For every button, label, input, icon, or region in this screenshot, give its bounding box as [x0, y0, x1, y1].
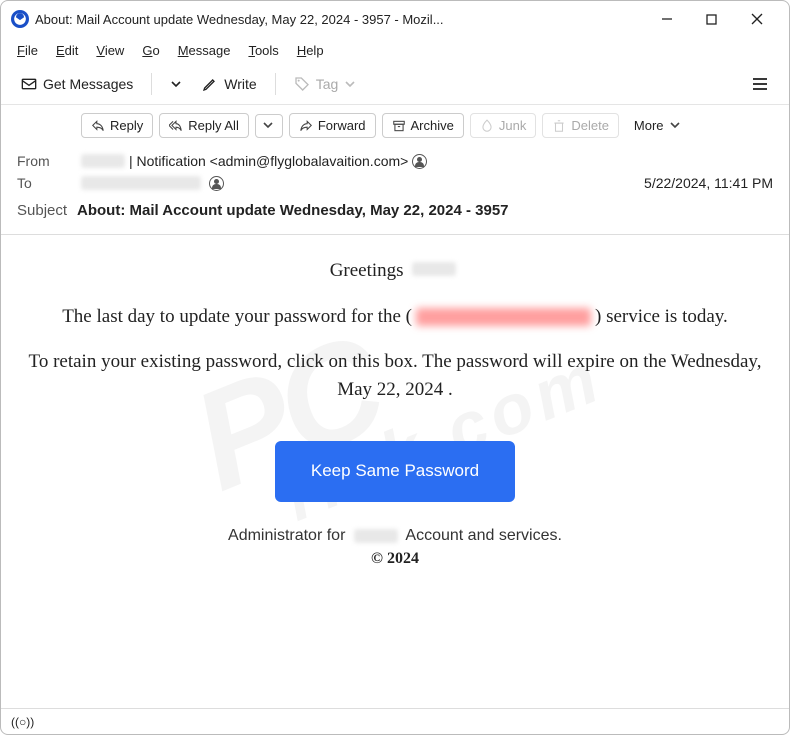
- line2: To retain your existing password, click …: [21, 348, 769, 403]
- subject-row: Subject About: Mail Account update Wedne…: [17, 194, 773, 222]
- menu-edit[interactable]: Edit: [48, 41, 86, 60]
- junk-label: Junk: [499, 118, 526, 133]
- separator: [275, 73, 276, 95]
- get-messages-dropdown[interactable]: [162, 74, 190, 94]
- line1-a: The last day to update your password for…: [62, 306, 412, 327]
- maximize-button[interactable]: [689, 4, 734, 34]
- greeting-text: Greetings: [330, 260, 404, 281]
- forward-label: Forward: [318, 118, 366, 133]
- contact-icon[interactable]: [412, 154, 427, 169]
- reply-all-label: Reply All: [188, 118, 239, 133]
- redacted-name: [412, 262, 456, 276]
- toolbar: Get Messages Write Tag: [1, 63, 789, 105]
- envelope-download-icon: [21, 76, 37, 92]
- admin-line: Administrator for Account and services.: [21, 524, 769, 547]
- message-headers: From | Notification <admin@flyglobalavai…: [1, 146, 789, 235]
- write-button[interactable]: Write: [194, 72, 264, 96]
- connection-icon[interactable]: ((○)): [11, 715, 34, 729]
- statusbar: ((○)): [1, 708, 789, 734]
- tag-icon: [294, 76, 310, 92]
- window-title: About: Mail Account update Wednesday, Ma…: [35, 12, 644, 27]
- contact-icon[interactable]: [209, 176, 224, 191]
- admin-b: Account and services.: [405, 527, 562, 544]
- to-label: To: [17, 175, 77, 191]
- delete-button[interactable]: Delete: [542, 113, 619, 138]
- menu-go[interactable]: Go: [134, 41, 167, 60]
- delete-label: Delete: [571, 118, 609, 133]
- menu-view[interactable]: View: [88, 41, 132, 60]
- message-action-bar: Reply Reply All Forward Archive Junk Del…: [1, 105, 789, 146]
- reply-button[interactable]: Reply: [81, 113, 153, 138]
- to-row: To 5/22/2024, 11:41 PM: [17, 172, 773, 194]
- subject-label: Subject: [17, 202, 77, 219]
- menu-message[interactable]: Message: [170, 41, 239, 60]
- menu-file[interactable]: File: [9, 41, 46, 60]
- menu-help[interactable]: Help: [289, 41, 332, 60]
- admin-a: Administrator for: [228, 527, 345, 544]
- hamburger-menu[interactable]: [743, 71, 777, 97]
- subject-text: About: Mail Account update Wednesday, Ma…: [77, 202, 509, 219]
- keep-password-button[interactable]: Keep Same Password: [275, 441, 515, 502]
- menubar: File Edit View Go Message Tools Help: [1, 37, 789, 63]
- line1: The last day to update your password for…: [21, 303, 769, 331]
- menu-tools[interactable]: Tools: [240, 41, 286, 60]
- separator: [151, 73, 152, 95]
- close-button[interactable]: [734, 4, 779, 34]
- junk-button[interactable]: Junk: [470, 113, 536, 138]
- app-icon: [11, 10, 29, 28]
- redacted-admin: [354, 529, 398, 543]
- tag-button[interactable]: Tag: [286, 72, 365, 96]
- pencil-icon: [202, 76, 218, 92]
- message-body: Greetings The last day to update your pa…: [1, 235, 789, 570]
- redacted-recipient: [81, 176, 201, 190]
- more-button[interactable]: More: [625, 114, 692, 137]
- more-label: More: [634, 118, 664, 133]
- write-label: Write: [224, 76, 256, 92]
- reply-label: Reply: [110, 118, 143, 133]
- archive-label: Archive: [411, 118, 454, 133]
- reply-all-button[interactable]: Reply All: [159, 113, 249, 138]
- from-row: From | Notification <admin@flyglobalavai…: [17, 150, 773, 172]
- archive-button[interactable]: Archive: [382, 113, 464, 138]
- titlebar: About: Mail Account update Wednesday, Ma…: [1, 1, 789, 37]
- minimize-button[interactable]: [644, 4, 689, 34]
- copyright: © 2024: [21, 547, 769, 570]
- message-date: 5/22/2024, 11:41 PM: [644, 175, 773, 191]
- from-address: | Notification <admin@flyglobalavaition.…: [129, 153, 408, 169]
- get-messages-label: Get Messages: [43, 76, 133, 92]
- greeting-line: Greetings: [21, 257, 769, 285]
- redacted-sender-name: [81, 154, 125, 168]
- from-label: From: [17, 153, 77, 169]
- line1-b: ) service is today.: [595, 306, 728, 327]
- reply-all-dropdown[interactable]: [255, 114, 283, 138]
- tag-label: Tag: [316, 76, 339, 92]
- forward-button[interactable]: Forward: [289, 113, 376, 138]
- get-messages-button[interactable]: Get Messages: [13, 72, 141, 96]
- redacted-service: [416, 308, 591, 326]
